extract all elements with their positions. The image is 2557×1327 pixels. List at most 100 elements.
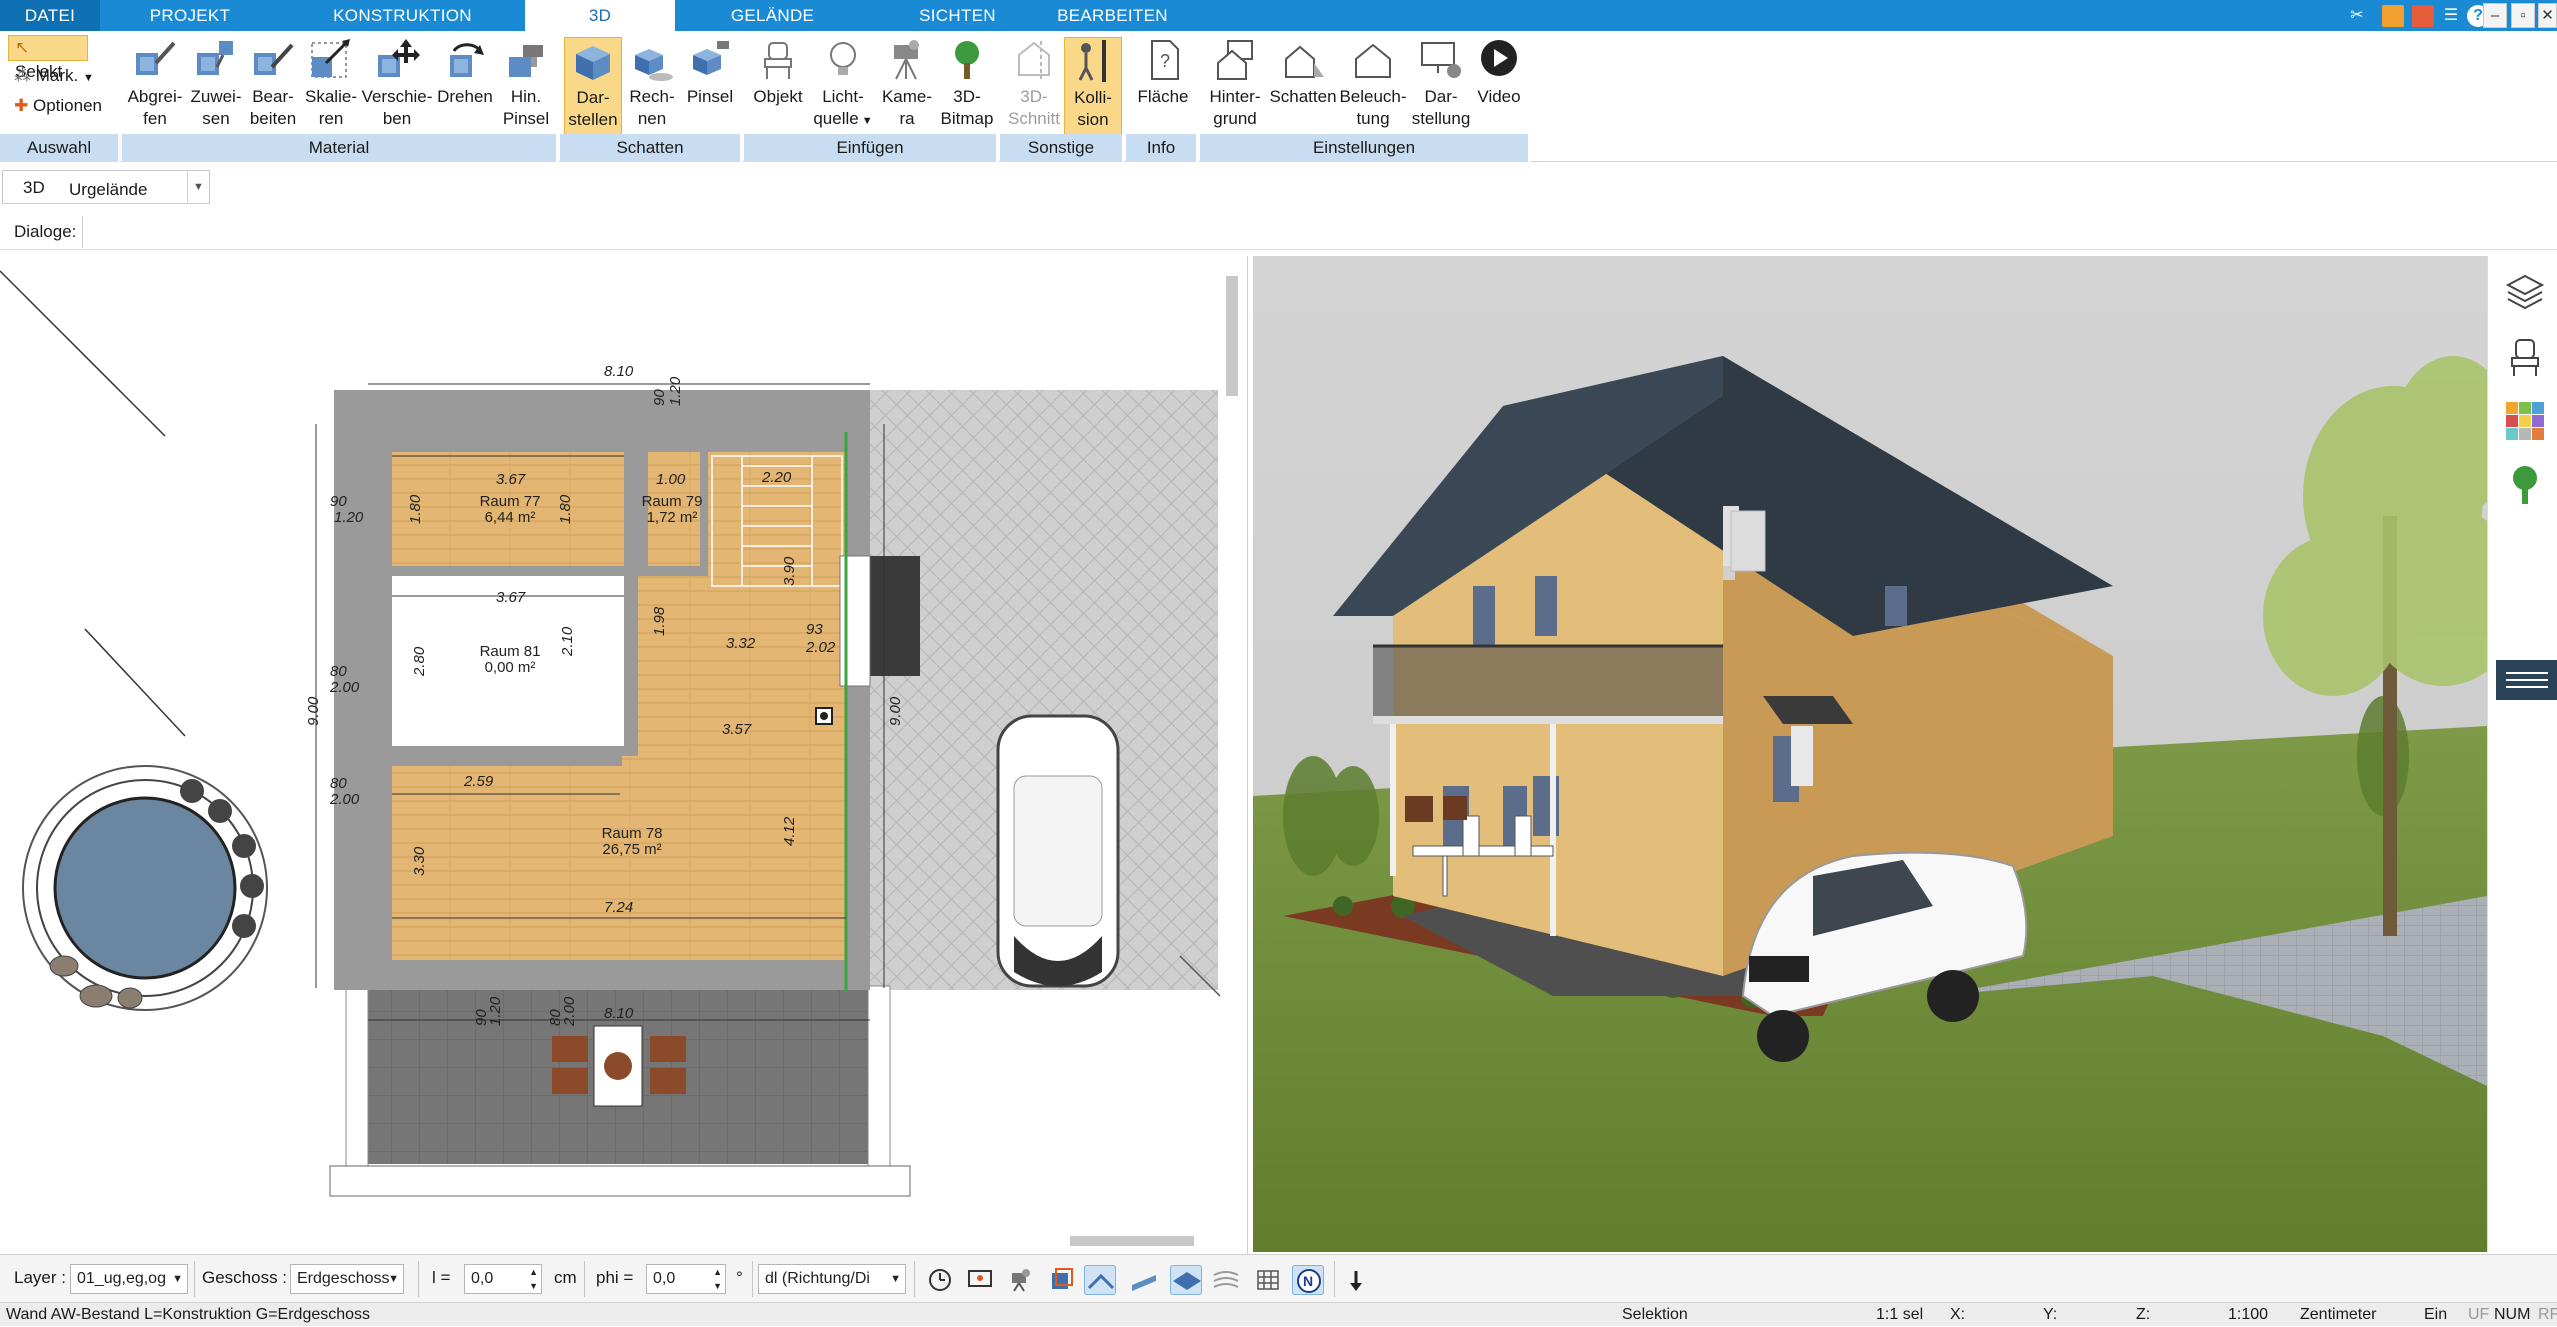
cursor-icon: ↖ xyxy=(15,38,30,57)
dim-93: 93 xyxy=(806,621,823,638)
optionen-button[interactable]: ✚ Optionen xyxy=(8,94,108,120)
folder-icon[interactable] xyxy=(2382,5,2404,27)
room-81-area: 0,00 m² xyxy=(485,659,536,676)
schatten-rechnen-button[interactable]: Rech-nen xyxy=(622,37,682,145)
tab-sichten[interactable]: SICHTEN xyxy=(880,0,1035,31)
display-icon xyxy=(1421,42,1461,78)
einst-schatten-button[interactable]: Schatten xyxy=(1268,37,1338,145)
hin-pinsel-button[interactable]: Hin. Pinsel xyxy=(496,37,556,145)
beleuchtung-button[interactable]: Beleuch-tung xyxy=(1338,37,1408,145)
layer-select[interactable]: 01_ug,eg,og ▼ xyxy=(70,1264,188,1294)
drehen-button[interactable]: Drehen xyxy=(434,37,496,145)
ribbon-tab-bar: DATEI PROJEKT KONSTRUKTION 3D GELÄNDE SI… xyxy=(0,0,2557,32)
plants-icon[interactable] xyxy=(2504,464,2546,506)
bottom-toolbar: Layer : 01_ug,eg,og ▼ Geschoss : Erdgesc… xyxy=(0,1254,2557,1302)
view-roof-icon[interactable] xyxy=(1084,1265,1116,1295)
room-77-name: Raum 77 xyxy=(480,493,541,510)
snapshot-icon[interactable] xyxy=(2412,5,2434,27)
layers-icon[interactable] xyxy=(2504,272,2546,314)
dim-120a: 1.20 xyxy=(334,509,364,526)
verschieben-button[interactable]: Verschie-ben xyxy=(360,37,434,145)
skalieren-button[interactable]: Skalie-ren xyxy=(302,37,360,145)
phi-input[interactable]: 0,0 ▲ ▼ xyxy=(646,1264,726,1294)
length-label: l = xyxy=(432,1268,451,1287)
direction-select[interactable]: dl (Richtung/Di ▼ xyxy=(758,1264,906,1294)
divider xyxy=(752,1261,753,1297)
background-icon xyxy=(1217,40,1253,80)
bearbeiten-button[interactable]: Bear-beiten xyxy=(244,37,302,145)
view-wall-icon[interactable] xyxy=(1128,1265,1160,1295)
zuweisen-button[interactable]: Zuwei-sen xyxy=(188,37,244,145)
terrain-layers-icon[interactable] xyxy=(1210,1265,1242,1295)
grid-icon[interactable] xyxy=(1252,1265,1284,1295)
status-bar: Wand AW-Bestand L=Konstruktion G=Erdgesc… xyxy=(0,1302,2557,1326)
mark-dropdown[interactable]: ⁂ Mark. ▼ xyxy=(8,64,100,90)
assign-icon xyxy=(197,41,233,75)
dim-390: 3.90 xyxy=(781,556,798,586)
eyedropper-icon xyxy=(136,41,176,75)
room-81-name: Raum 81 xyxy=(480,643,541,660)
abgreifen-button[interactable]: Abgrei-fen xyxy=(122,37,188,145)
lichtquelle-button[interactable]: Licht-quelle ▼ xyxy=(810,37,876,145)
terrain-select[interactable]: 3D Urgelände ▼ xyxy=(2,170,210,204)
cube-icon[interactable] xyxy=(1044,1265,1076,1295)
status-hint: Wand AW-Bestand L=Konstruktion G=Erdgesc… xyxy=(6,1306,371,1323)
hintergrund-button[interactable]: Hinter-grund xyxy=(1202,37,1268,145)
plan-vscroll[interactable] xyxy=(1226,276,1238,396)
schatten-pinsel-button[interactable]: Pinsel xyxy=(682,37,738,145)
materials-palette-icon[interactable] xyxy=(2504,400,2546,442)
dim-top-90: 90 xyxy=(651,389,668,406)
north-icon[interactable]: N xyxy=(1292,1265,1324,1295)
darstellung-button[interactable]: Dar-stellung xyxy=(1408,37,1474,145)
tab-3d[interactable]: 3D xyxy=(525,0,675,32)
clock-icon[interactable] xyxy=(924,1265,956,1295)
view-floor-icon[interactable] xyxy=(1170,1265,1202,1295)
kamera-button[interactable]: Kame-ra xyxy=(876,37,938,145)
tab-konstruktion[interactable]: KONSTRUKTION xyxy=(300,0,505,31)
bitmap-3d-button[interactable]: 3D- Bitmap xyxy=(938,37,996,145)
minimize-button[interactable]: – xyxy=(2483,3,2507,28)
schnitt-3d-button[interactable]: 3D- Schnitt xyxy=(1004,37,1064,145)
geschoss-select[interactable]: Erdgeschoss ▼ xyxy=(290,1264,404,1294)
more-icon[interactable] xyxy=(1344,1265,1368,1295)
status-num: NUM xyxy=(2494,1306,2531,1323)
flaeche-button[interactable]: ? Fläche xyxy=(1130,37,1196,145)
tab-bearbeiten[interactable]: BEARBEITEN xyxy=(1050,0,1175,31)
bulb-icon xyxy=(830,42,856,75)
video-button[interactable]: Video xyxy=(1474,37,1524,145)
dim-r78-w1: 2.59 xyxy=(463,773,494,790)
room-77-area: 6,44 m² xyxy=(485,509,536,526)
panel-toggle[interactable] xyxy=(2496,660,2557,700)
schatten-darstellen-button[interactable]: Dar-stellen xyxy=(564,37,622,145)
close-button[interactable]: ✕ xyxy=(2538,3,2557,28)
selekt-button[interactable]: ↖ Selekt xyxy=(8,35,88,81)
kollision-button[interactable]: Kolli-sion xyxy=(1064,37,1122,145)
monitor-icon[interactable] xyxy=(964,1265,996,1295)
length-input[interactable]: 0,0 ▲ ▼ xyxy=(464,1264,542,1294)
tab-projekt[interactable]: PROJEKT xyxy=(120,0,260,31)
chevron-down-icon[interactable]: ▼ xyxy=(187,172,209,202)
tab-datei[interactable]: DATEI xyxy=(0,0,100,31)
stepper-icon[interactable]: ▲ ▼ xyxy=(529,1265,538,1293)
floor-plan-view[interactable]: 8.10 8.10 9.00 9.00 3.67 1.80 1.80 1.00 … xyxy=(0,256,1248,1256)
maximize-button[interactable]: ▫ xyxy=(2511,3,2535,28)
dim-r81-h: 2.80 xyxy=(411,646,428,677)
objekt-button[interactable]: Objekt xyxy=(746,37,810,145)
status-ein: Ein xyxy=(2424,1306,2448,1323)
chair-catalog-icon[interactable] xyxy=(2504,336,2546,378)
tab-gelaende[interactable]: GELÄNDE xyxy=(700,0,845,31)
dim-r77-h2: 1.80 xyxy=(557,494,574,524)
stepper-icon[interactable]: ▲ ▼ xyxy=(713,1265,722,1293)
tools-icon[interactable]: ✂ xyxy=(2346,5,2368,27)
dim-top-width: 8.10 xyxy=(604,363,634,380)
dim-r79-w: 1.00 xyxy=(656,471,686,488)
room-79-area: 1,72 m² xyxy=(647,509,698,526)
group-info: Info xyxy=(1126,134,1198,162)
area-icon: ? xyxy=(1151,40,1179,80)
divider xyxy=(82,216,83,248)
settings-icon[interactable]: ☰ xyxy=(2440,5,2462,27)
dim-r81-h2: 2.10 xyxy=(559,626,576,657)
camera-path-icon[interactable] xyxy=(1004,1265,1036,1295)
plan-hscroll[interactable] xyxy=(1070,1236,1194,1246)
3d-view[interactable] xyxy=(1253,256,2487,1252)
